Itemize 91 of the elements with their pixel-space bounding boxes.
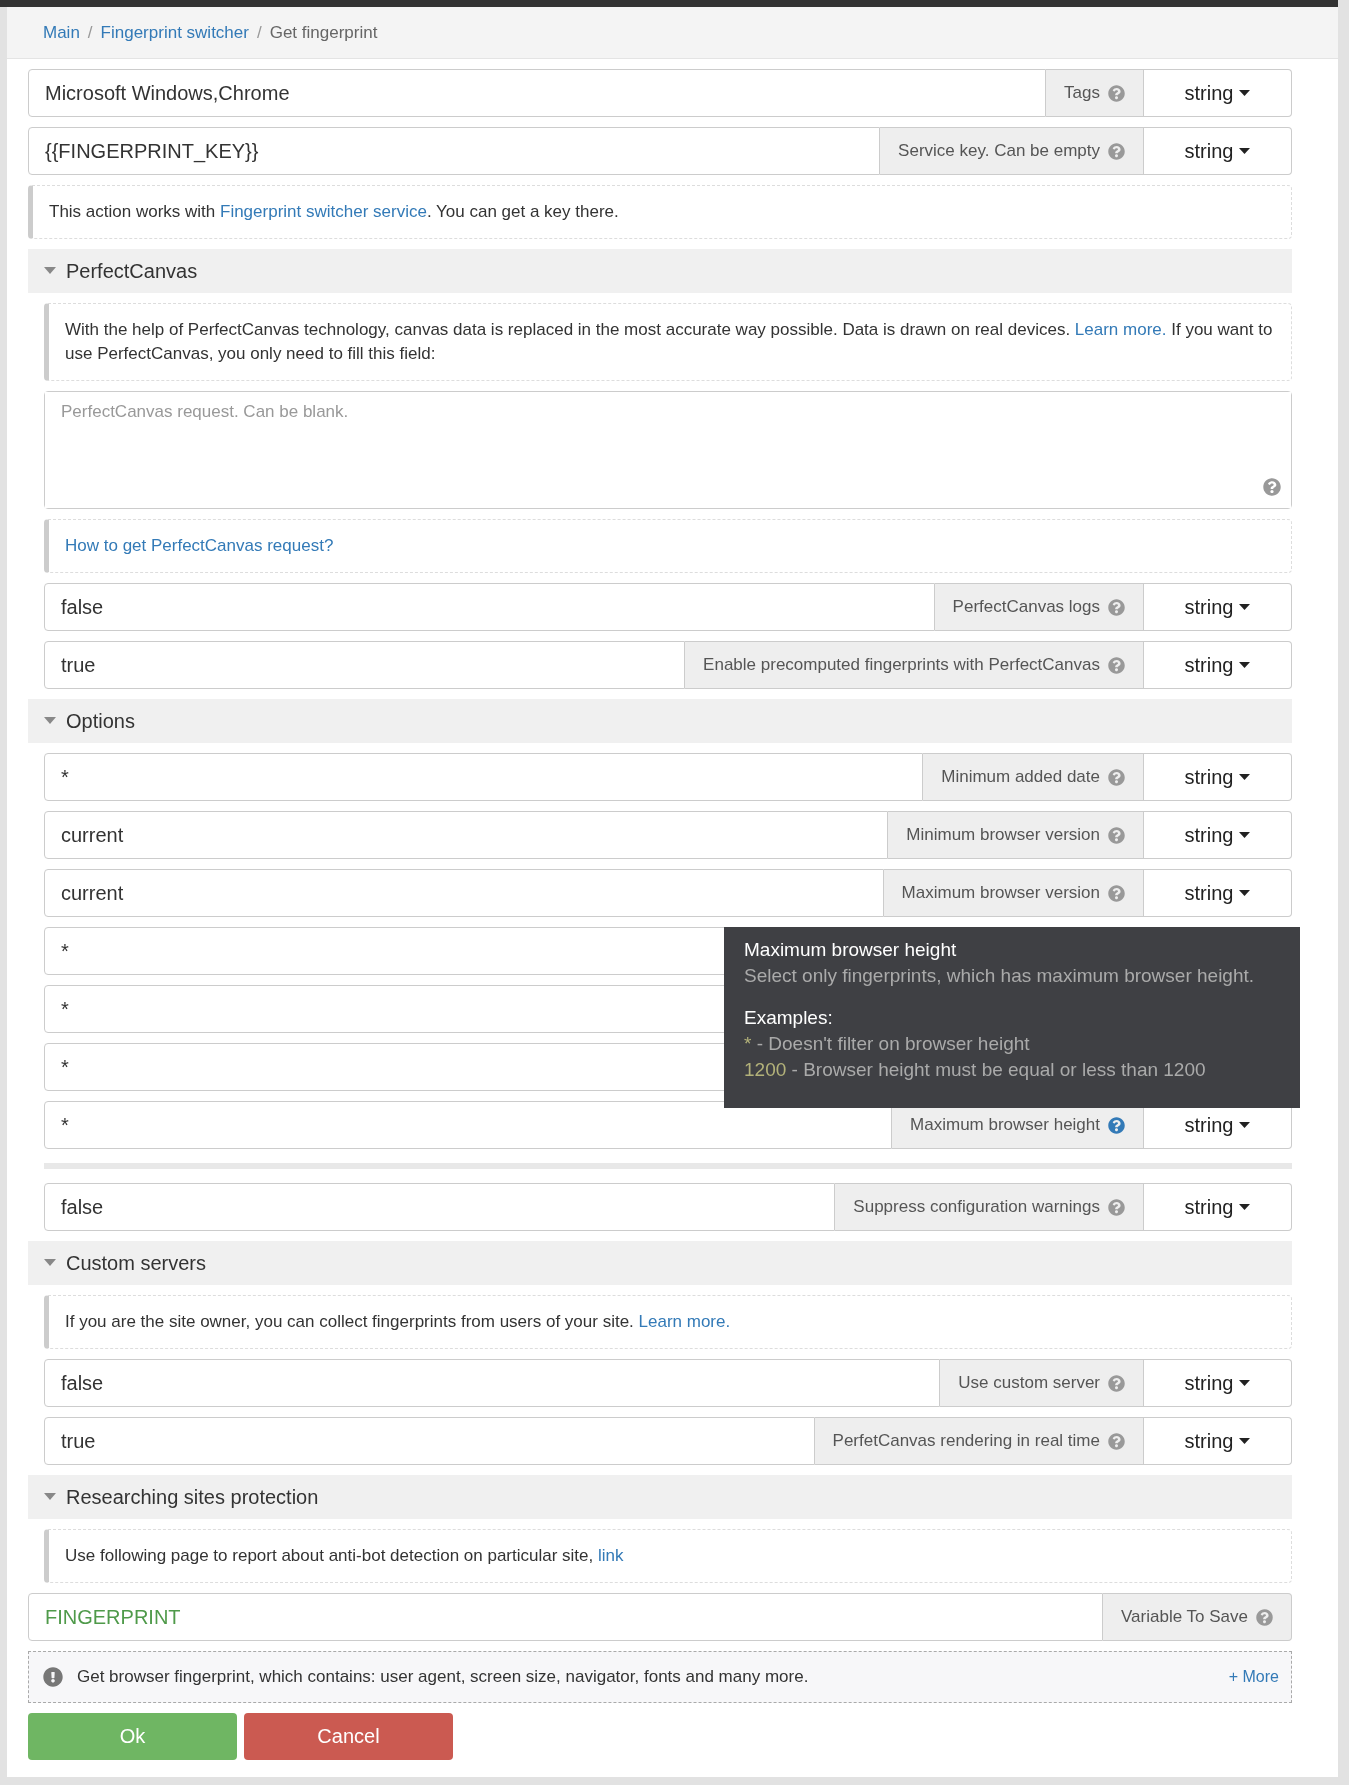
caret-icon bbox=[44, 1259, 56, 1267]
label-text: Variable To Save bbox=[1121, 1607, 1248, 1627]
help-icon[interactable] bbox=[1108, 142, 1125, 160]
type-dropdown[interactable]: string bbox=[1144, 127, 1292, 175]
section-title: PerfectCanvas bbox=[66, 259, 198, 283]
type-dropdown[interactable]: string bbox=[1144, 1359, 1292, 1407]
text-field[interactable]: * bbox=[44, 753, 924, 801]
label-text: Suppress configuration warnings bbox=[853, 1197, 1100, 1217]
link[interactable]: Learn more. bbox=[638, 1312, 731, 1331]
label-text: Maximum browser version bbox=[901, 883, 1100, 903]
help-icon[interactable] bbox=[1108, 768, 1125, 786]
type-dropdown[interactable]: string bbox=[1144, 69, 1292, 117]
info-note: This action works with Fingerprint switcher service. You can get a key there. bbox=[28, 185, 1292, 239]
text-field[interactable]: true bbox=[44, 1417, 815, 1465]
caret-icon bbox=[1239, 890, 1251, 896]
text-field[interactable]: {{FINGERPRINT_KEY}} bbox=[28, 127, 881, 175]
section-header[interactable]: Options bbox=[28, 699, 1292, 743]
caret-icon bbox=[1239, 148, 1251, 154]
breadcrumb-item: Get fingerprint bbox=[269, 22, 378, 43]
info-note: With the help of PerfectCanvas technology, canvas data is replaced in the most accurate way possible. Data is drawn on real devices. Learn more. If you want to use PerfectCanvas, you only need to fill this field: bbox=[44, 303, 1292, 381]
tooltip-title: Maximum browser height bbox=[744, 938, 958, 962]
help-icon[interactable] bbox=[1108, 1432, 1125, 1450]
link[interactable]: Fingerprint switcher service bbox=[220, 202, 427, 221]
label-text: Minimum added date bbox=[941, 767, 1100, 787]
description-text: Get browser fingerprint, which contains: user agent, screen size, navigator, fonts and many more. bbox=[77, 1667, 810, 1687]
section-title: Custom servers bbox=[66, 1251, 207, 1275]
breadcrumb-separator: / bbox=[256, 22, 262, 43]
section-header[interactable]: Custom servers bbox=[28, 1241, 1292, 1285]
text-field[interactable]: false bbox=[44, 1359, 941, 1407]
caret-icon bbox=[1239, 1204, 1251, 1210]
label-text: Maximum browser height bbox=[910, 1115, 1100, 1135]
type-dropdown[interactable]: string bbox=[1144, 811, 1292, 859]
label-text: Minimum browser version bbox=[906, 825, 1100, 845]
caret-icon bbox=[44, 267, 56, 275]
info-note: If you are the site owner, you can collect fingerprints from users of your site. Learn more. bbox=[44, 1295, 1292, 1349]
text-field[interactable]: false bbox=[44, 1183, 836, 1231]
link[interactable]: How to get PerfectCanvas request? bbox=[65, 536, 334, 555]
caret-icon bbox=[1239, 1380, 1251, 1386]
breadcrumb-item[interactable]: Main bbox=[43, 22, 80, 43]
section-title: Options bbox=[66, 709, 135, 733]
info-note: Use following page to report about anti-bot detection on particular site, link bbox=[44, 1529, 1292, 1583]
type-dropdown[interactable]: string bbox=[1144, 869, 1292, 917]
text-field[interactable]: current bbox=[44, 869, 884, 917]
caret-icon bbox=[1239, 832, 1251, 838]
help-icon[interactable] bbox=[1108, 884, 1125, 902]
label-text: Use custom server bbox=[958, 1373, 1100, 1393]
caret-icon bbox=[1239, 774, 1251, 780]
type-dropdown[interactable]: string bbox=[1144, 753, 1292, 801]
help-icon[interactable] bbox=[1108, 826, 1125, 844]
type-dropdown[interactable]: string bbox=[1144, 1183, 1292, 1231]
caret-icon bbox=[1239, 1438, 1251, 1444]
caret-icon bbox=[1239, 662, 1251, 668]
link[interactable]: Learn more. bbox=[1074, 320, 1167, 339]
text-field[interactable]: Microsoft Windows,Chrome bbox=[28, 69, 1047, 117]
text-field[interactable]: false bbox=[44, 583, 935, 631]
alert-icon bbox=[43, 1667, 63, 1687]
text-field[interactable]: * bbox=[44, 1101, 893, 1149]
type-dropdown[interactable]: string bbox=[1144, 641, 1292, 689]
section-header[interactable]: PerfectCanvas bbox=[28, 249, 1292, 293]
label-text: Service key. Can be empty bbox=[898, 141, 1100, 161]
tooltip-example: 1200 - Browser height must be equal or less than 1200 bbox=[744, 1058, 1207, 1082]
label-text: PerfectCanvas logs bbox=[952, 597, 1100, 617]
type-dropdown[interactable]: string bbox=[1144, 583, 1292, 631]
more-link[interactable]: + More bbox=[1228, 1668, 1279, 1686]
breadcrumb-item[interactable]: Fingerprint switcher bbox=[100, 22, 249, 43]
label-text: Tags bbox=[1064, 83, 1100, 103]
help-icon[interactable] bbox=[1263, 478, 1281, 496]
section-title: Researching sites protection bbox=[66, 1485, 319, 1509]
tooltip-heading: Examples: bbox=[744, 1006, 834, 1030]
caret-icon bbox=[44, 1493, 56, 1501]
caret-icon bbox=[1239, 1122, 1251, 1128]
help-icon[interactable] bbox=[1256, 1608, 1273, 1626]
breadcrumb-separator: / bbox=[87, 22, 93, 43]
caret-icon bbox=[44, 717, 56, 725]
type-dropdown[interactable]: string bbox=[1144, 1417, 1292, 1465]
label-text: Enable precomputed fingerprints with PerfectCanvas bbox=[703, 655, 1100, 675]
caret-icon bbox=[1239, 90, 1251, 96]
section-header[interactable]: Researching sites protection bbox=[28, 1475, 1292, 1519]
label-text: PerfetCanvas rendering in real time bbox=[832, 1431, 1100, 1451]
help-icon[interactable] bbox=[1108, 1374, 1125, 1392]
text-field[interactable]: true bbox=[44, 641, 686, 689]
help-icon[interactable] bbox=[1108, 1116, 1125, 1134]
cancel-button[interactable]: Cancel bbox=[244, 1713, 453, 1760]
text-field[interactable]: current bbox=[44, 811, 889, 859]
caret-icon bbox=[1239, 604, 1251, 610]
request-textarea[interactable]: PerfectCanvas request. Can be blank. bbox=[44, 391, 1292, 509]
help-icon[interactable] bbox=[1108, 1198, 1125, 1216]
help-icon[interactable] bbox=[1108, 84, 1125, 102]
link[interactable]: link bbox=[598, 1546, 624, 1565]
help-icon[interactable] bbox=[1108, 656, 1125, 674]
help-icon[interactable] bbox=[1108, 598, 1125, 616]
